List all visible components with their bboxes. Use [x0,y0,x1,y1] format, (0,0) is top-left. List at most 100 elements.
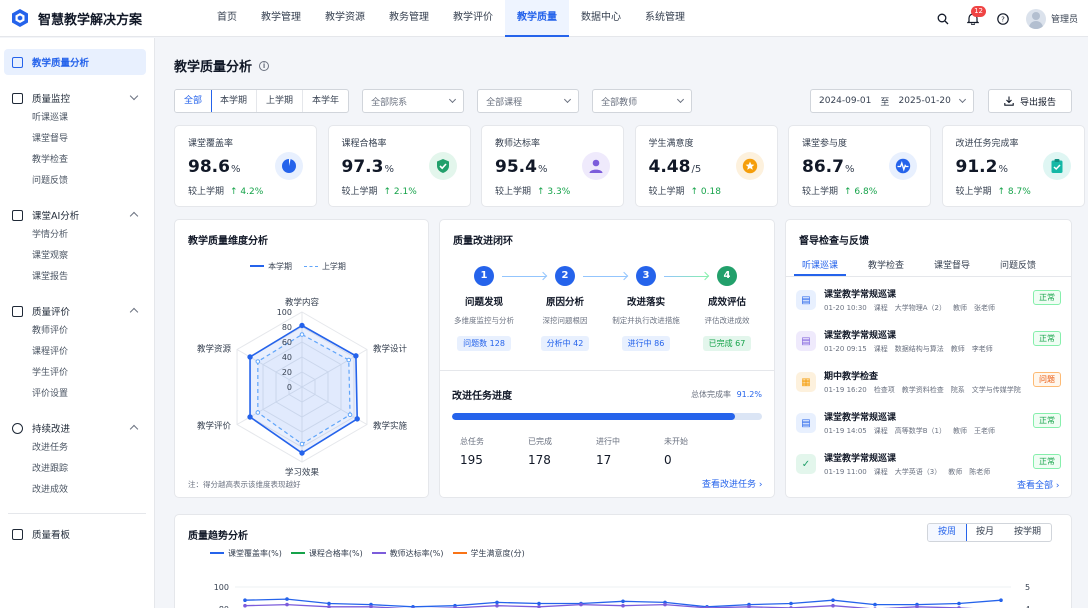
sidebar-subitem[interactable]: 课程评价 [0,342,154,363]
notification-badge: 12 [971,6,986,17]
app-logo[interactable]: 智慧教学解决方案 [10,8,200,28]
stat-label: 未开始 [664,437,688,446]
kpi-delta: ↑ 8.7% [997,187,1031,197]
loop-step[interactable]: 1 问题发现 多维度监控与分析 问题数 128 [444,266,524,351]
check-icon: ✓ [796,454,816,474]
view-tasks-link[interactable]: 查看改进任务 › [702,477,762,490]
sidebar-item-quality-analysis[interactable]: 教学质量分析 [4,49,146,75]
inspection-panel: 督导检查与反馈 听课巡课 教学检查 课堂督导 问题反馈 ▤ 课堂教学常规巡课 01-20 … [785,219,1072,498]
loop-title: 质量改进闭环 [453,236,513,247]
sidebar-subitem[interactable]: 改进跟踪 [0,459,154,480]
inspection-item[interactable]: ▤ 课堂教学常规巡课 01-20 09:15 课程 数据结构与算法 教师 李老师 正常 [796,325,1061,363]
sidebar-subitem[interactable]: 评价设置 [0,384,154,405]
course-select[interactable]: 全部课程 [477,89,580,113]
sidebar-subitem[interactable]: 改进成效 [0,480,154,501]
sidebar-subitem[interactable]: 课堂报告 [0,267,154,288]
period-option[interactable]: 上学期 [257,90,304,112]
kpi-card[interactable]: 课堂参与度 86.7% 较上学期 ↑ 6.8% [788,125,931,207]
nav-item[interactable]: 教学质量 [505,0,569,37]
period-option[interactable]: 全部 [175,90,213,112]
clipboard-check-icon [1042,152,1071,180]
sidebar-subitem[interactable]: 课堂观察 [0,246,154,267]
progress-title: 改进任务进度 [452,391,512,402]
trend-mode-option[interactable]: 按月 [966,524,1004,541]
trend-point [495,600,499,605]
teacher-select[interactable]: 全部教师 [592,89,693,113]
sidebar-item-quality-board[interactable]: 质量看板 [0,524,154,544]
sidebar-group-label: 质量评价 [32,307,71,318]
chevron-down-icon [677,95,685,104]
sidebar-subitem[interactable]: 改进任务 [0,438,154,459]
kpi-label: 学生满意度 [648,139,694,149]
loop-step[interactable]: 4 成效评估 评估改进成效 已完成 67 [687,266,767,351]
pie-icon [275,152,303,180]
sidebar-group-header[interactable]: 课堂AI分析 [0,205,154,225]
nav-item[interactable]: 教学评价 [441,0,505,37]
inspection-tab[interactable]: 教学检查 [860,255,912,276]
kpi-card[interactable]: 教师达标率 95.4% 较上学期 ↑ 3.3% [481,125,624,207]
sidebar-subitem[interactable]: 教学检查 [0,150,154,171]
meta-time: 01-19 11:00 [824,468,867,476]
info-icon[interactable]: i [259,60,270,71]
period-option[interactable]: 本学年 [303,90,348,112]
inspection-tab[interactable]: 课堂督导 [926,255,978,276]
trend-legend-item[interactable]: 课堂覆盖率(%) [210,548,282,559]
sidebar-subitem[interactable]: 课堂督导 [0,129,154,150]
status-badge: 正常 [1033,454,1061,469]
loop-step[interactable]: 3 改进落实 制定并执行改进措施 进行中 86 [606,266,686,351]
inspection-item[interactable]: ▦ 期中教学检查 01-19 16:20 检查项 教学资料检查 院系 文学与传媒学院 问题 [796,366,1061,404]
kpi-delta: ↑ 0.18 [690,187,721,197]
help-button[interactable]: ? [988,0,1018,37]
inspection-item[interactable]: ▤ 课堂教学常规巡课 01-19 14:05 课程 高等数学B（1） 教师 王老师 正常 [796,407,1061,445]
sidebar-subitem[interactable]: 问题反馈 [0,171,154,192]
loop-step[interactable]: 2 原因分析 深挖问题根因 分析中 42 [525,266,605,351]
sidebar-subitem[interactable]: 教师评价 [0,321,154,342]
step-number: 2 [555,266,575,286]
chevron-up-icon [129,424,139,434]
date-range-picker[interactable]: 2024-09-01 至 2025-01-20 [810,89,974,113]
sidebar-subitem[interactable]: 听课巡课 [0,108,154,129]
kpi-card[interactable]: 课堂覆盖率 98.6% 较上学期 ↑ 4.2% [174,125,317,207]
sidebar-subitem[interactable]: 学情分析 [0,225,154,246]
inspection-item-title: 期中教学检查 [824,372,879,382]
kpi-comparison-label: 较上学期 [955,187,992,197]
kpi-card[interactable]: 改进任务完成率 91.2% 较上学期 ↑ 8.7% [941,125,1085,207]
app-name: 智慧教学解决方案 [38,12,143,28]
sidebar-group-header[interactable]: 质量监控 [0,88,154,108]
date-separator: 至 [880,97,890,108]
trend-legend-item[interactable]: 学生满意度(分) [452,548,525,559]
department-select[interactable]: 全部院系 [362,89,465,113]
nav-item[interactable]: 首页 [205,0,249,37]
sidebar-subitem[interactable]: 学生评价 [0,363,154,384]
nav-item[interactable]: 数据中心 [569,0,633,37]
trend-y-tick-left: 100 [214,583,229,592]
sidebar-group-header[interactable]: 质量评价 [0,301,154,321]
user-name[interactable]: 管理员 [1051,12,1078,25]
meta-k1: 课程 [873,304,888,312]
inspection-tab[interactable]: 问题反馈 [992,255,1044,276]
period-option[interactable]: 本学期 [211,90,258,112]
sidebar-group-header[interactable]: 持续改进 [0,418,154,438]
trend-mode-option[interactable]: 按学期 [1004,524,1051,541]
view-all-link[interactable]: 查看全部 › [1017,478,1059,491]
icon-glyph: ▤ [801,335,811,347]
nav-item[interactable]: 教务管理 [377,0,441,37]
nav-item[interactable]: 教学管理 [249,0,313,37]
inspection-tab[interactable]: 听课巡课 [794,255,847,276]
search-button[interactable] [928,0,958,37]
trend-mode-option[interactable]: 按周 [927,524,967,541]
trend-legend-item[interactable]: 课程合格率(%) [290,548,363,559]
kpi-card[interactable]: 课程合格率 97.3% 较上学期 ↑ 2.1% [327,125,471,207]
meta-k1: 检查项 [873,386,895,394]
trend-legend-item[interactable]: 教师达标率(%) [371,548,444,559]
inspection-item[interactable]: ▤ 课堂教学常规巡课 01-20 10:30 课程 大学物理A（2） 教师 张老师 正常 [796,284,1061,322]
kpi-card[interactable]: 学生满意度 4.48/5 较上学期 ↑ 0.18 [634,125,778,207]
trend-point [537,601,541,606]
radar-point [347,412,353,418]
avatar[interactable] [1025,8,1046,29]
nav-item[interactable]: 系统管理 [633,0,697,37]
export-report-button[interactable]: 导出报告 [988,89,1072,113]
notification-button[interactable]: 12 [958,0,988,37]
radar-panel: 教学质量维度分析 本学期 上学期 100 80 60 40 20 0 教学内容 教学设计 教学实… [174,219,429,498]
nav-item[interactable]: 教学资源 [313,0,377,37]
